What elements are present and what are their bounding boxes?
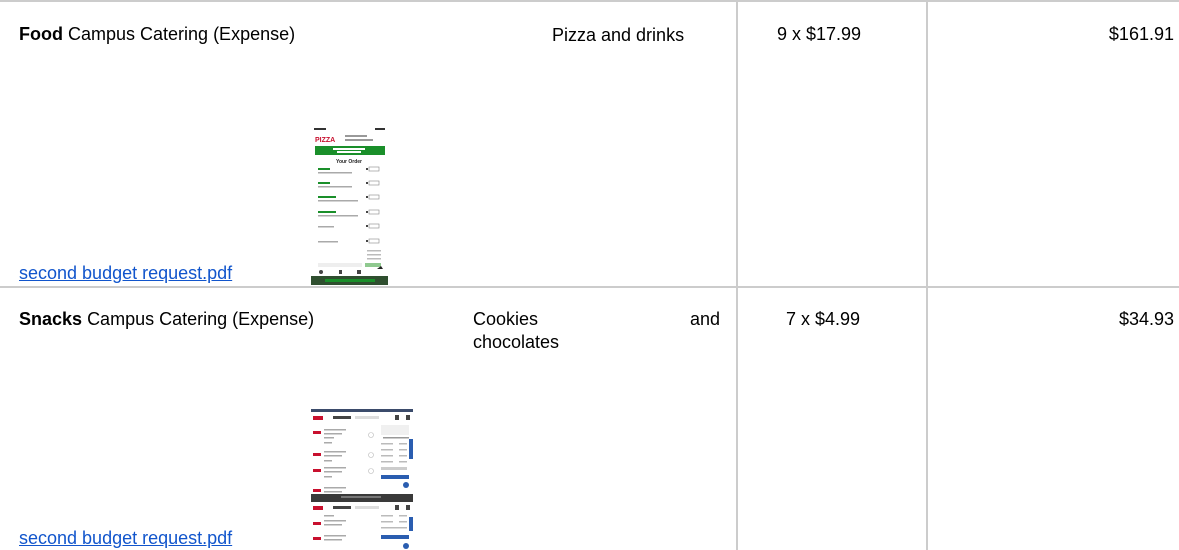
thumb-brand: PIZZA <box>315 137 335 144</box>
vendor-label: Campus Catering (Expense) <box>87 309 315 329</box>
thumb-heading: Your Order <box>336 159 362 165</box>
category-label: Snacks <box>19 309 83 329</box>
quantity-cell: 9 x $17.99 <box>777 24 862 44</box>
cart-screenshot-thumbnail[interactable] <box>311 409 413 550</box>
quantity-cell: 7 x $4.99 <box>786 309 861 329</box>
expense-category-cell: Food Campus Catering (Expense) <box>19 23 295 45</box>
description-cell: Pizza and drinks <box>552 25 685 45</box>
row-divider <box>0 286 1179 288</box>
description-line-2: chocolates <box>473 332 560 352</box>
category-label: Food <box>19 24 63 44</box>
attachment-link[interactable]: second budget request.pdf <box>19 262 232 284</box>
total-cell: $34.93 <box>1118 309 1174 329</box>
col-divider-1 <box>736 0 738 550</box>
expense-category-cell: Snacks Campus Catering (Expense) <box>19 308 314 330</box>
description-word-2: and <box>690 309 721 329</box>
top-border <box>0 0 1179 2</box>
attachment-link[interactable]: second budget request.pdf <box>19 527 232 549</box>
order-screenshot-thumbnail[interactable]: PIZZA Your Order <box>311 126 388 285</box>
vendor-label: Campus Catering (Expense) <box>68 24 296 44</box>
col-divider-2 <box>926 0 928 550</box>
description-word-1: Cookies <box>473 309 539 329</box>
total-cell: $161.91 <box>1108 24 1174 44</box>
